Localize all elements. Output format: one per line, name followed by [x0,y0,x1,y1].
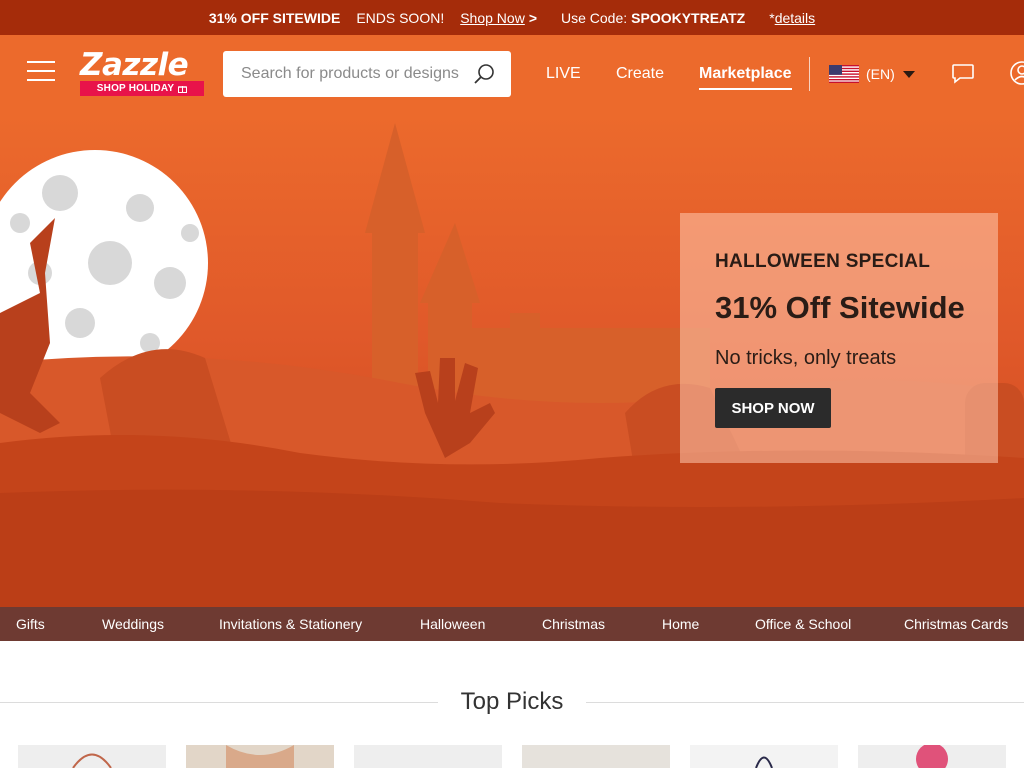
gift-icon [178,86,188,93]
nav-divider [809,57,810,91]
locale-label: (EN) [866,66,895,82]
nav-live[interactable]: LIVE [546,65,581,83]
hanger-product-image [755,756,773,768]
apparel-product-image [226,745,294,768]
logo-tag-label: SHOP HOLIDAY [96,83,175,94]
ornament-product-image [916,745,948,768]
promo-details-link[interactable]: details [775,10,815,26]
category-nav: Gifts Weddings Invitations & Stationery … [0,607,1024,641]
promo-ends: ENDS SOON! [356,9,445,26]
caret-down-icon [902,70,915,78]
top-picks-heading: Top Picks [460,688,564,715]
category-christmas-cards[interactable]: Christmas Cards [904,616,1008,632]
search-icon[interactable] [473,63,495,85]
promo-offer: 31% OFF SITEWIDE [208,9,341,26]
nav-create[interactable]: Create [616,65,664,83]
promo-code-label: Use Code: [561,9,628,26]
zazzle-logo[interactable]: Zazzle SHOP HOLIDAY [80,49,208,97]
product-tile[interactable] [690,745,838,768]
product-tile[interactable] [858,745,1006,768]
site-header: Zazzle SHOP HOLIDAY LIVE Create Marketpl… [0,35,1024,113]
product-tile[interactable] [354,745,502,768]
hero-subtext: No tricks, only treats [715,347,897,369]
category-christmas[interactable]: Christmas [542,616,605,632]
menu-icon[interactable] [27,60,55,82]
hero-banner[interactable]: HALLOWEEN SPECIAL 31% Off Sitewide No tr… [0,113,1024,607]
nav-marketplace[interactable]: Marketplace [699,65,792,90]
product-tile[interactable] [186,745,334,768]
category-halloween[interactable]: Halloween [420,616,485,632]
logo-wordmark: Zazzle [80,47,189,83]
chat-icon[interactable] [951,63,975,85]
category-home[interactable]: Home [662,616,699,632]
us-flag-icon [829,65,859,83]
search-input[interactable] [241,65,471,83]
promo-shop-now-link[interactable]: Shop Now [460,10,525,26]
promo-arrow: > [528,9,537,26]
hero-kicker: HALLOWEEN SPECIAL [715,251,931,272]
promo-bar: 31% OFF SITEWIDE ENDS SOON! Shop Now > U… [0,0,1024,35]
search-box [223,51,511,97]
product-tile[interactable] [522,745,670,768]
product-tile[interactable] [18,745,166,768]
promo-card: HALLOWEEN SPECIAL 31% Off Sitewide No tr… [680,213,998,463]
category-invitations-stationery[interactable]: Invitations & Stationery [219,616,362,632]
promo-code: SPOOKYTREATZ [631,9,746,26]
locale-selector[interactable]: (EN) [829,63,915,85]
bag-product-image [72,753,112,768]
category-weddings[interactable]: Weddings [102,616,164,632]
category-office-school[interactable]: Office & School [755,616,851,632]
user-icon[interactable] [1010,61,1024,85]
shop-now-button[interactable]: SHOP NOW [715,388,831,428]
category-gifts[interactable]: Gifts [16,616,45,632]
hero-headline: 31% Off Sitewide [715,290,965,325]
logo-shop-holiday-tag: SHOP HOLIDAY [80,81,204,96]
